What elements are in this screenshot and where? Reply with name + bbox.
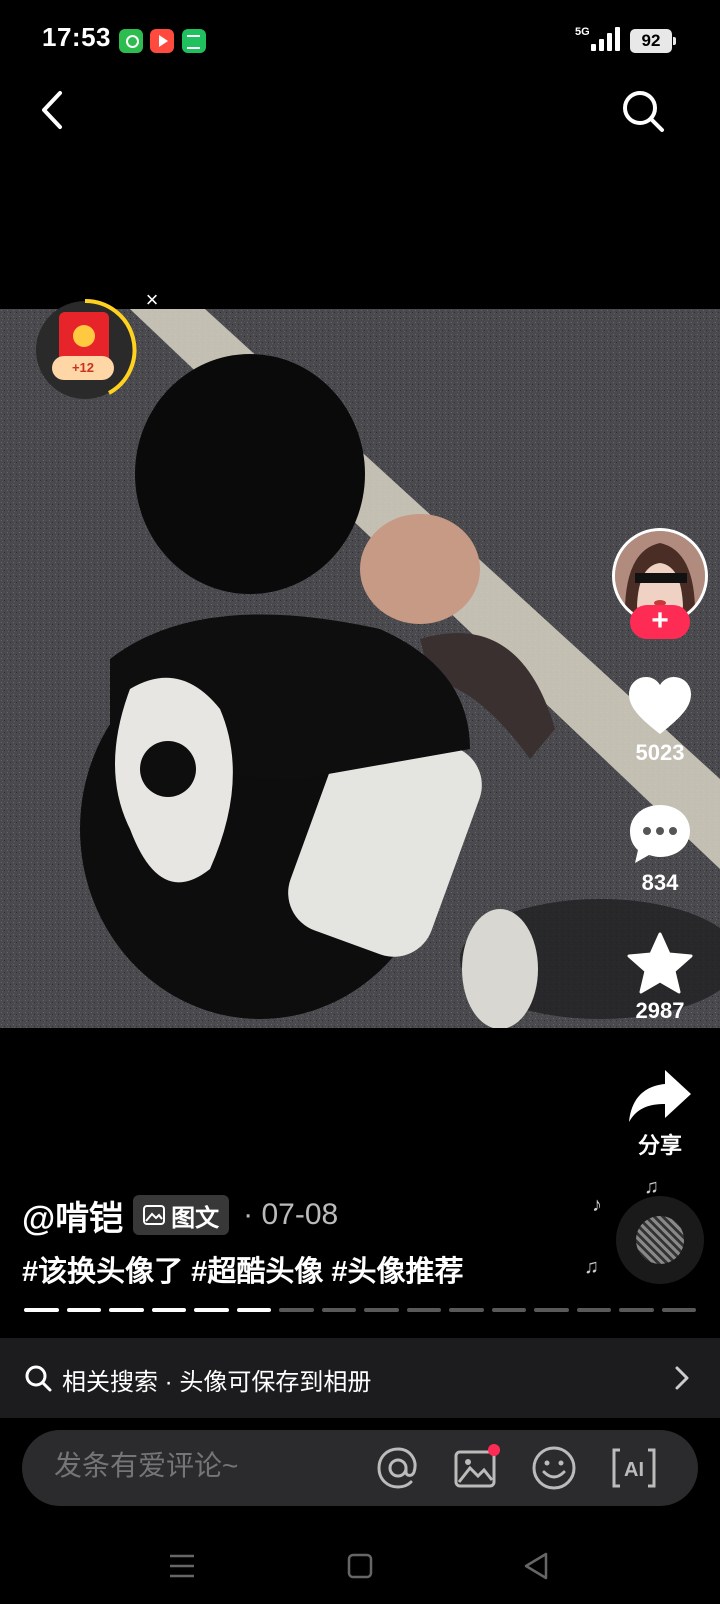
battery-indicator: 92 [630,29,676,53]
at-sign-icon [377,1447,417,1489]
signal-icon [591,27,621,51]
comment-icon [630,805,690,863]
progress-segment [619,1308,654,1312]
chevron-right-icon [675,1366,689,1390]
smile-icon [532,1446,576,1490]
comment-bar: AI [22,1430,698,1506]
image-icon [143,1205,166,1225]
system-nav-bar [0,1530,720,1604]
share-button[interactable]: 分享 [620,1068,700,1160]
plus-icon: + [651,604,669,637]
progress-segment [236,1308,271,1312]
app-notification-icon [119,29,143,53]
favorite-button[interactable]: 2987 [620,932,700,1024]
music-disc[interactable] [616,1196,704,1284]
status-time: 17:53 [42,22,111,52]
progress-segment [279,1308,314,1312]
ai-icon: AI [612,1448,656,1488]
progress-segment [491,1308,526,1312]
progress-segment [66,1308,101,1312]
triangle-back-icon [524,1552,548,1580]
chevron-left-icon [42,91,62,129]
red-packet-reward: +12 [52,356,114,380]
menu-icon [170,1554,194,1578]
post-type-label: 图文 [171,1204,220,1232]
author-row: @啃铠 图文 · 07-08 [22,1192,338,1238]
image-icon [454,1444,500,1488]
image-progress-indicator [24,1308,696,1314]
related-search-bar[interactable]: 相关搜索 · 头像可保存到相册 [0,1338,720,1418]
related-search-text: 相关搜索 · 头像可保存到相册 [62,1369,372,1396]
progress-segment [364,1308,399,1312]
red-envelope-icon [36,298,137,399]
comment-button[interactable]: 834 [620,802,700,896]
progress-segment [109,1308,144,1312]
menu-button[interactable] [162,1546,202,1586]
home-button[interactable] [340,1546,380,1586]
red-packet-widget[interactable] [33,298,137,402]
star-icon [627,932,693,994]
favorite-count: 2987 [635,998,685,1023]
comment-count: 834 [641,870,679,895]
back-button[interactable] [34,85,74,135]
video-app-icon [150,29,174,53]
music-note-icon: ♪ [592,1194,602,1216]
progress-segment [321,1308,356,1312]
like-count: 5023 [635,740,685,765]
search-button[interactable] [618,86,668,136]
close-icon[interactable]: × [140,288,164,312]
square-icon [347,1553,373,1579]
post-date: · 07-08 [243,1198,339,1231]
progress-segment [449,1308,484,1312]
search-icon [25,1365,52,1392]
post-image[interactable] [0,309,720,1028]
share-arrow-icon [629,1070,691,1122]
ai-button[interactable]: AI [610,1444,658,1492]
follow-button[interactable]: + [630,605,690,639]
heart-icon [629,677,691,734]
share-label: 分享 [637,1133,682,1158]
status-bar: 17:53 5G 92 [0,0,720,80]
comment-input[interactable] [54,1450,354,1482]
message-app-icon [182,29,206,53]
author-name[interactable]: @啃铠 [22,1191,123,1240]
image-picker-button[interactable] [452,1444,500,1492]
back-nav-button[interactable] [516,1546,556,1586]
search-icon [623,91,664,132]
post-type-badge: 图文 [133,1195,230,1235]
svg-text:AI: AI [624,1459,644,1481]
progress-segment [576,1308,611,1312]
progress-segment [151,1308,186,1312]
progress-segment [406,1308,441,1312]
music-note-icon: ♫ [584,1256,599,1278]
like-button[interactable]: 5023 [620,676,700,766]
progress-segment [24,1308,59,1312]
progress-segment [194,1308,229,1312]
mention-button[interactable] [374,1444,422,1492]
hashtags[interactable]: #该换头像了 #超酷头像 #头像推荐 [22,1248,464,1290]
progress-segment [661,1308,696,1312]
network-type: 5G [575,26,590,38]
emoji-button[interactable] [530,1444,578,1492]
progress-segment [534,1308,569,1312]
